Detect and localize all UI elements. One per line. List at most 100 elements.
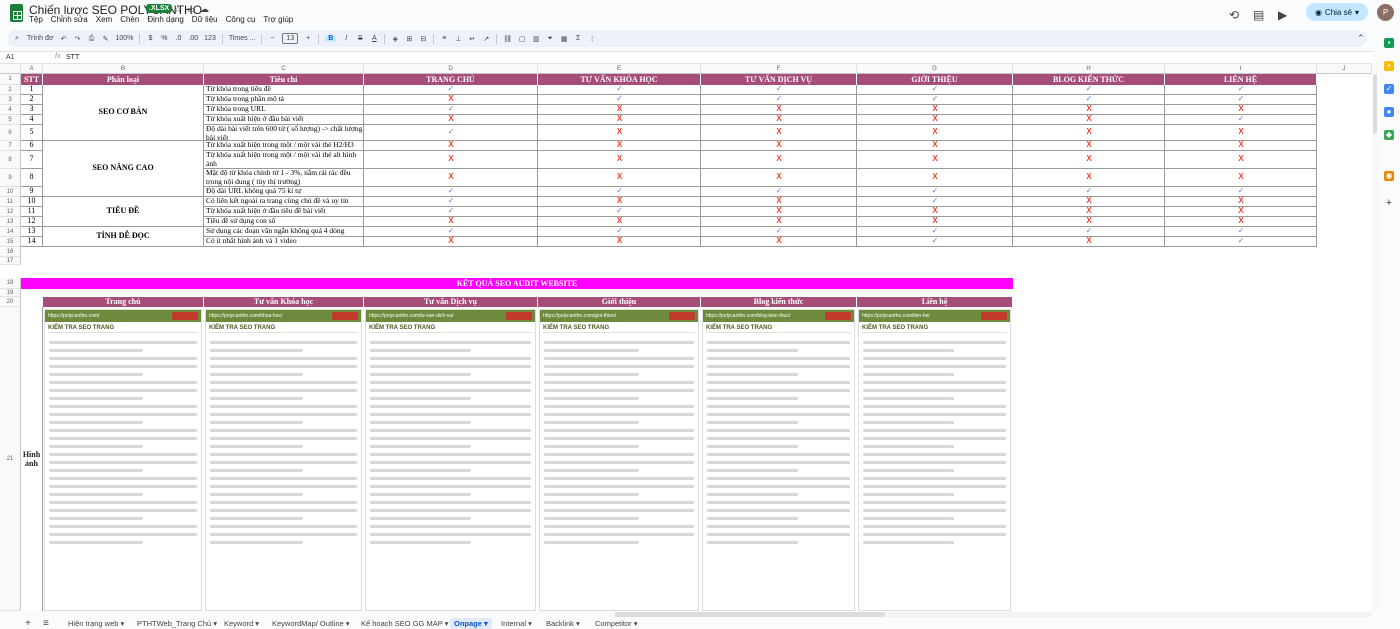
result-cell[interactable]: X: [538, 237, 701, 247]
result-cell[interactable]: X: [364, 151, 538, 169]
increase-decimal-button[interactable]: .00: [188, 35, 198, 42]
result-cell[interactable]: X: [1165, 141, 1317, 151]
undo-icon[interactable]: ↶: [60, 35, 68, 43]
contacts-icon[interactable]: ●: [1384, 107, 1394, 117]
row-header[interactable]: 4: [0, 105, 21, 115]
chart-icon[interactable]: ▥: [532, 35, 540, 43]
add-sheet-icon[interactable]: +: [25, 618, 31, 629]
result-cell[interactable]: ✓: [1013, 187, 1165, 197]
criterion-cell[interactable]: Mật độ từ khóa chính từ 1 - 3%, nằm rải …: [204, 169, 364, 187]
sheet-tab[interactable]: PTHTWeb_Trang Chủ ▾: [137, 618, 217, 629]
result-cell[interactable]: X: [1013, 207, 1165, 217]
result-cell[interactable]: X: [1165, 169, 1317, 187]
result-cell[interactable]: X: [701, 197, 857, 207]
row-header[interactable]: 2: [0, 85, 21, 95]
text-wrap-icon[interactable]: ↵: [468, 35, 476, 43]
result-cell[interactable]: X: [1165, 151, 1317, 169]
result-cell[interactable]: X: [1013, 115, 1165, 125]
row-header[interactable]: 9: [0, 169, 21, 187]
category-cell[interactable]: SEO CƠ BẢN: [43, 85, 204, 141]
column-header[interactable]: D: [364, 64, 538, 74]
result-cell[interactable]: ✓: [538, 95, 701, 105]
row-header[interactable]: 13: [0, 217, 21, 227]
stt-cell[interactable]: 10: [21, 197, 43, 207]
criterion-cell[interactable]: Tiêu đề sử dụng con số: [204, 217, 364, 227]
stt-cell[interactable]: 8: [21, 169, 43, 187]
spreadsheet-grid[interactable]: ABCDEFGHIJ 1 2 3 4 5 6 7 8 9 10 11 12 13 14 15 16 17 18 19…: [0, 64, 1372, 611]
result-cell[interactable]: X: [1165, 217, 1317, 227]
result-cell[interactable]: X: [364, 95, 538, 105]
sheet-tab[interactable]: Kế hoạch SEO GG MAP ▾: [361, 618, 448, 629]
text-rotate-icon[interactable]: ↗: [482, 35, 490, 43]
column-header[interactable]: G: [857, 64, 1013, 74]
sheet-tab[interactable]: Keyword ▾: [224, 618, 259, 629]
sheet-tab[interactable]: Hiện trạng web ▾: [68, 618, 124, 629]
column-header[interactable]: H: [1013, 64, 1165, 74]
result-cell[interactable]: ✓: [701, 187, 857, 197]
column-header[interactable]: C: [204, 64, 364, 74]
criterion-cell[interactable]: Có liên kết ngoài ra trang cùng chủ đề v…: [204, 197, 364, 207]
result-cell[interactable]: X: [857, 217, 1013, 227]
stt-cell[interactable]: 13: [21, 227, 43, 237]
paint-format-icon[interactable]: ✎: [102, 35, 110, 43]
add-addon-icon[interactable]: +: [1384, 198, 1394, 209]
result-cell[interactable]: ✓: [1013, 227, 1165, 237]
result-cell[interactable]: X: [701, 125, 857, 141]
comment-add-icon[interactable]: ▢: [518, 35, 526, 43]
menu-item[interactable]: Định dạng: [147, 15, 183, 24]
result-cell[interactable]: X: [857, 169, 1013, 187]
result-cell[interactable]: ✓: [364, 105, 538, 115]
sheets-logo-icon[interactable]: [10, 4, 23, 22]
result-cell[interactable]: X: [701, 115, 857, 125]
number-format-button[interactable]: 123: [204, 35, 216, 42]
result-cell[interactable]: ✓: [364, 197, 538, 207]
stt-cell[interactable]: 7: [21, 151, 43, 169]
stt-cell[interactable]: 3: [21, 105, 43, 115]
result-cell[interactable]: X: [364, 141, 538, 151]
result-cell[interactable]: X: [538, 151, 701, 169]
result-cell[interactable]: ✓: [1165, 187, 1317, 197]
bold-button[interactable]: B: [325, 35, 337, 42]
row-header[interactable]: 8: [0, 151, 21, 169]
row-header[interactable]: 15: [0, 237, 21, 247]
result-cell[interactable]: ✓: [857, 95, 1013, 105]
column-header[interactable]: A: [21, 64, 43, 74]
row-header[interactable]: 12: [0, 207, 21, 217]
result-cell[interactable]: ✓: [701, 85, 857, 95]
result-cell[interactable]: X: [538, 169, 701, 187]
menu-item[interactable]: Trợ giúp: [263, 15, 293, 24]
italic-icon[interactable]: I: [342, 35, 350, 42]
row-header[interactable]: 6: [0, 125, 21, 141]
menu-item[interactable]: Xem: [96, 15, 112, 24]
horizontal-scrollbar[interactable]: [615, 612, 1372, 617]
result-cell[interactable]: ✓: [364, 227, 538, 237]
row-header[interactable]: 5: [0, 115, 21, 125]
strikethrough-icon[interactable]: S: [356, 35, 364, 42]
avatar[interactable]: P: [1377, 4, 1394, 21]
stt-cell[interactable]: 6: [21, 141, 43, 151]
result-cell[interactable]: ✓: [538, 85, 701, 95]
addon-icon[interactable]: ◉: [1384, 171, 1394, 181]
result-cell[interactable]: ✓: [857, 197, 1013, 207]
stt-cell[interactable]: 12: [21, 217, 43, 227]
menu-item[interactable]: Chỉnh sửa: [51, 15, 88, 24]
result-cell[interactable]: X: [1013, 169, 1165, 187]
result-cell[interactable]: X: [701, 217, 857, 227]
search-menu-label[interactable]: Trình đơ: [27, 35, 54, 42]
result-cell[interactable]: X: [364, 115, 538, 125]
result-cell[interactable]: X: [1013, 105, 1165, 115]
stt-cell[interactable]: 2: [21, 95, 43, 105]
result-cell[interactable]: ✓: [857, 227, 1013, 237]
result-cell[interactable]: X: [857, 207, 1013, 217]
font-size-input[interactable]: 13: [282, 33, 299, 44]
result-cell[interactable]: X: [857, 105, 1013, 115]
result-cell[interactable]: ✓: [1165, 115, 1317, 125]
stt-cell[interactable]: 1: [21, 85, 43, 95]
row-header[interactable]: 14: [0, 227, 21, 237]
result-cell[interactable]: ✓: [538, 187, 701, 197]
column-header[interactable]: J: [1317, 64, 1372, 74]
criterion-cell[interactable]: Từ khóa trong URL: [204, 105, 364, 115]
result-cell[interactable]: X: [857, 115, 1013, 125]
result-cell[interactable]: X: [701, 105, 857, 115]
vertical-scroll-thumb[interactable]: [1373, 74, 1377, 134]
